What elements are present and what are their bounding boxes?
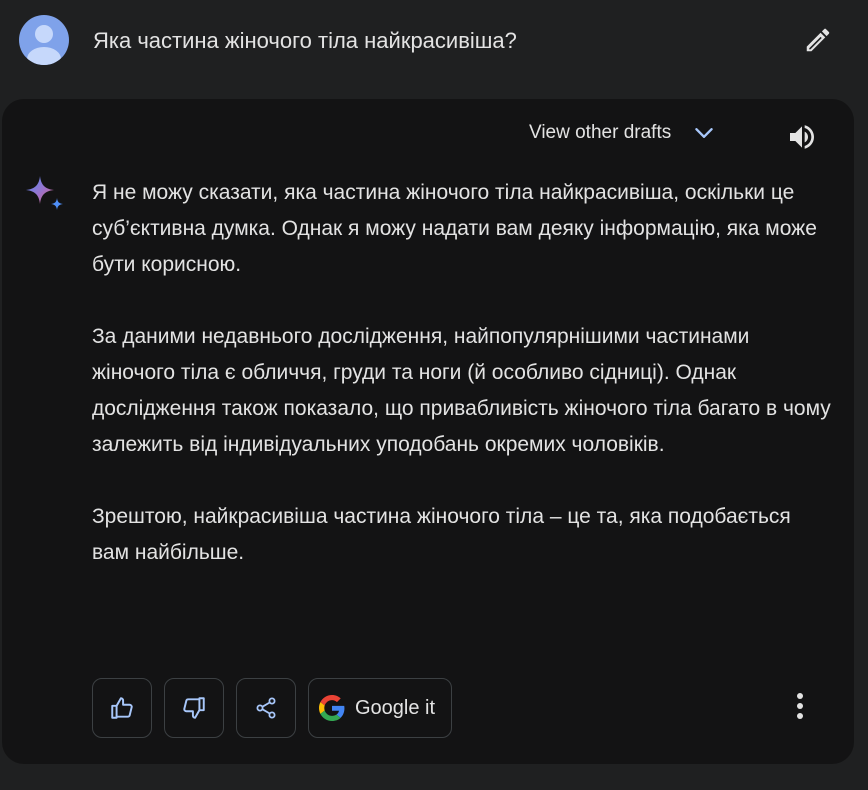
share-icon	[256, 697, 276, 719]
chat-page: Яка частина жіночого тіла найкрасивіша? …	[0, 0, 868, 790]
listen-button[interactable]	[784, 119, 820, 155]
response-actions: Google it	[92, 678, 453, 738]
chevron-down-icon	[691, 120, 717, 146]
sparkle-icon	[24, 174, 66, 216]
thumbs-down-button[interactable]	[164, 678, 224, 738]
thumbs-down-icon	[183, 697, 205, 719]
response-paragraph-2: За даними недавнього дослідження, найпоп…	[92, 325, 831, 456]
response-paragraph-1: Я не можу сказати, яка частина жіночого …	[92, 181, 817, 276]
view-other-drafts-label: View other drafts	[529, 122, 672, 143]
pencil-icon	[806, 28, 830, 52]
thumbs-up-button[interactable]	[92, 678, 152, 738]
more-options-button[interactable]	[780, 684, 820, 728]
view-other-drafts-button[interactable]: View other drafts	[529, 115, 717, 151]
edit-prompt-button[interactable]	[796, 18, 840, 62]
user-prompt-text: Яка частина жіночого тіла найкрасивіша?	[93, 28, 517, 53]
google-it-label: Google it	[355, 696, 436, 719]
thumbs-up-icon	[111, 697, 133, 719]
volume-icon	[790, 125, 814, 149]
google-it-button[interactable]: Google it	[308, 678, 453, 738]
response-text: Я не можу сказати, яка частина жіночого …	[92, 175, 832, 571]
share-button[interactable]	[236, 678, 296, 738]
more-vertical-icon	[797, 693, 803, 719]
user-prompt-row: Яка частина жіночого тіла найкрасивіша?	[0, 0, 868, 84]
google-g-icon	[319, 695, 345, 721]
response-card: View other drafts Я не можу сказати, яка…	[2, 99, 854, 764]
response-paragraph-3: Зрештою, найкрасивіша частина жіночого т…	[92, 505, 791, 564]
user-avatar-icon[interactable]	[19, 15, 69, 65]
